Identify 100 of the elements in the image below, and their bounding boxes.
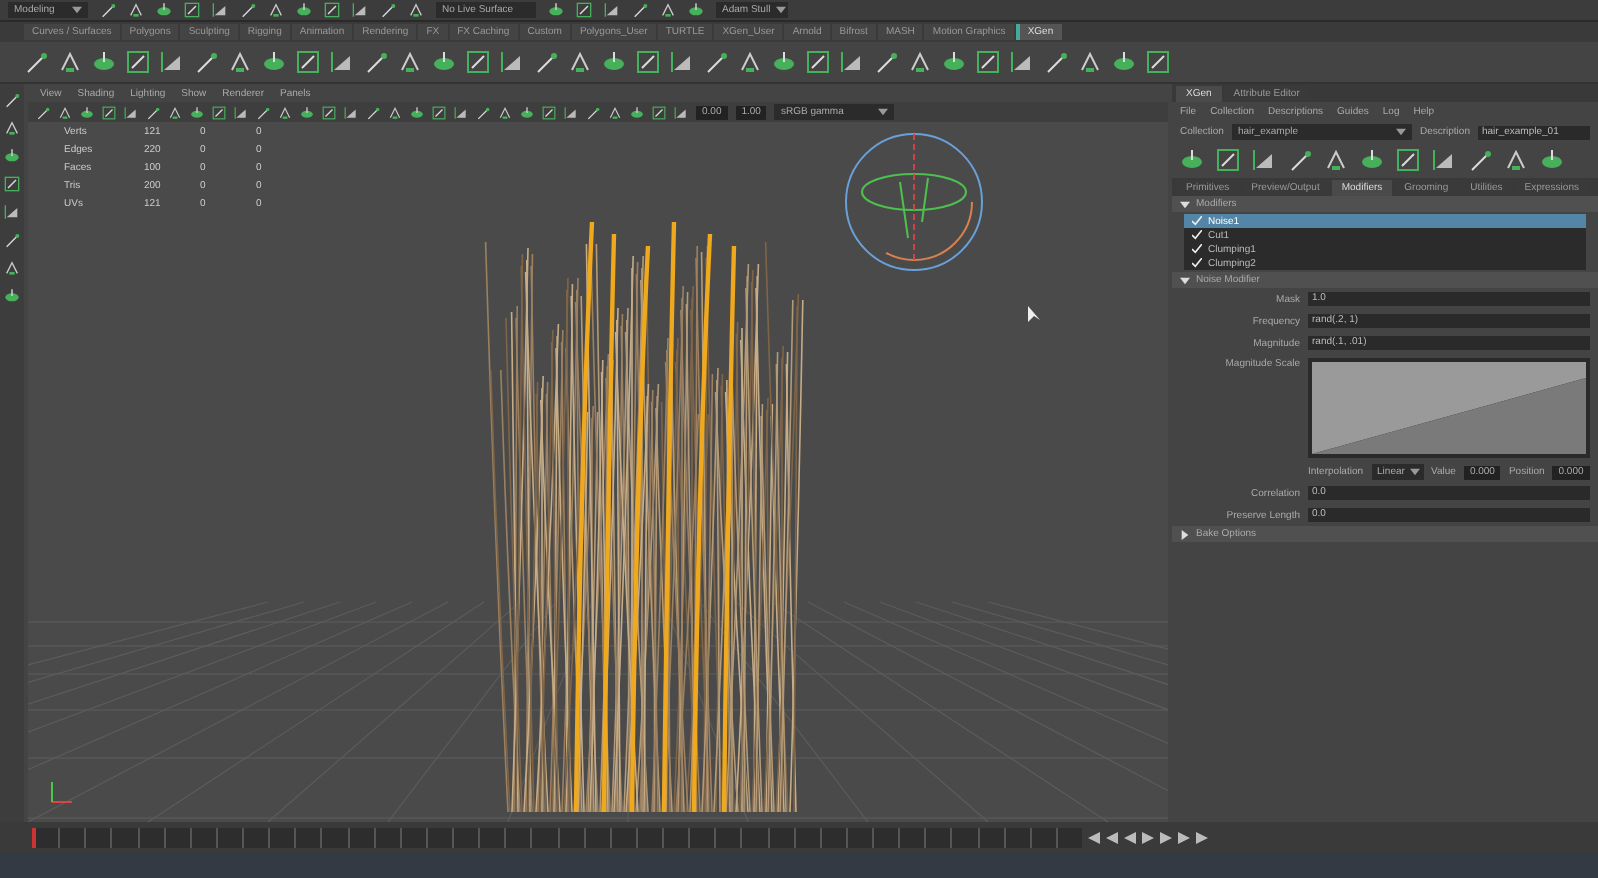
viewport-tool-icon[interactable] — [652, 105, 666, 119]
shelf-tool-icon[interactable] — [330, 50, 354, 74]
xgen-tool-icon[interactable] — [1180, 148, 1204, 172]
shelf-tool-icon[interactable] — [772, 50, 796, 74]
viewport-tool-icon[interactable] — [454, 105, 468, 119]
xgen-tool-icon[interactable] — [1504, 148, 1528, 172]
viewport-tool-icon[interactable] — [542, 105, 556, 119]
xgen-tool-icon[interactable] — [1216, 148, 1240, 172]
shelf-tool-icon[interactable] — [534, 50, 558, 74]
caret-icon — [1395, 128, 1406, 136]
toolbar-tool-icon[interactable] — [156, 2, 172, 18]
xgen-tool-icon[interactable] — [1468, 148, 1492, 172]
manipulator-gizmo-drawing — [845, 133, 983, 271]
viewport-tool-icon[interactable] — [432, 105, 446, 119]
caret-icon — [72, 6, 82, 14]
shelf-tool-icon[interactable] — [602, 50, 626, 74]
shelf-tool-icon[interactable] — [976, 50, 1000, 74]
shelf-tool-icon[interactable] — [500, 50, 524, 74]
viewport-tool-icon[interactable] — [388, 105, 402, 119]
viewport-tool-icon[interactable] — [608, 105, 622, 119]
viewport-tool-icon[interactable] — [124, 105, 138, 119]
viewport-tool-icon[interactable] — [190, 105, 204, 119]
xgen-tool-icon[interactable] — [1540, 148, 1564, 172]
viewport-tool-icon[interactable] — [212, 105, 226, 119]
viewport-tool-icon[interactable] — [498, 105, 512, 119]
shelf-tool-icon[interactable] — [194, 50, 218, 74]
shelf-tool-icon[interactable] — [92, 50, 116, 74]
xgen-tool-icon[interactable] — [1252, 148, 1276, 172]
viewport-tool-icon[interactable] — [80, 105, 94, 119]
tool-icon[interactable] — [4, 288, 20, 304]
shelf-tool-icon[interactable] — [1044, 50, 1068, 74]
shelf-tool-icon[interactable] — [942, 50, 966, 74]
viewport-tool-icon[interactable] — [520, 105, 534, 119]
shelf-tool-icon[interactable] — [568, 50, 592, 74]
toolbar-tool-icon[interactable] — [268, 2, 284, 18]
shelf-tool-icon[interactable] — [296, 50, 320, 74]
axis-indicator-icon — [51, 781, 73, 803]
shelf-tool-icon[interactable] — [908, 50, 932, 74]
xgen-tool-icon[interactable] — [1396, 148, 1420, 172]
tool-icon[interactable] — [4, 260, 20, 276]
disclosure-triangle-icon[interactable] — [1180, 529, 1190, 539]
shelf-tool-icon[interactable] — [1078, 50, 1102, 74]
viewport-tool-icon[interactable] — [564, 105, 578, 119]
shelf-tool-icon[interactable] — [874, 50, 898, 74]
shelf-tool-icon[interactable] — [126, 50, 150, 74]
xgen-tool-icon[interactable] — [1432, 148, 1456, 172]
xgen-tool-icon[interactable] — [1360, 148, 1384, 172]
toolbar-tool-icon[interactable] — [128, 2, 144, 18]
toolbar-tool-icon[interactable] — [576, 2, 592, 18]
tool-icon[interactable] — [4, 204, 20, 220]
toolbar-tool-icon[interactable] — [688, 2, 704, 18]
tool-icon[interactable] — [4, 148, 20, 164]
shelf-tool-icon[interactable] — [262, 50, 286, 74]
viewport-tool-icon[interactable] — [58, 105, 72, 119]
shelf-tool-icon[interactable] — [466, 50, 490, 74]
shelf-tool-icon[interactable] — [58, 50, 82, 74]
caret-icon — [878, 108, 889, 116]
xgen-tool-icon[interactable] — [1288, 148, 1312, 172]
viewport-tool-icon[interactable] — [674, 105, 688, 119]
shelf-tool-icon[interactable] — [160, 50, 184, 74]
shelf-tool-icon[interactable] — [670, 50, 694, 74]
toolbar-tool-icon[interactable] — [296, 2, 312, 18]
disclosure-triangle-icon[interactable] — [1180, 275, 1190, 285]
toolbar-tool-icon[interactable] — [352, 2, 368, 18]
viewport-tool-icon[interactable] — [410, 105, 424, 119]
xgen-tool-icon[interactable] — [1324, 148, 1348, 172]
toolbar-tool-icon[interactable] — [548, 2, 564, 18]
toolbar-tool-icon[interactable] — [324, 2, 340, 18]
shelf-tool-icon[interactable] — [1010, 50, 1034, 74]
time-slider[interactable] — [32, 828, 1082, 848]
shelf-tool-icon[interactable] — [738, 50, 762, 74]
toolbar-tool-icon[interactable] — [604, 2, 620, 18]
viewport-tool-icon[interactable] — [168, 105, 182, 119]
shelf-tool-icon[interactable] — [24, 50, 48, 74]
shelf-tool-icon[interactable] — [840, 50, 864, 74]
caret-icon — [1410, 468, 1421, 476]
disclosure-triangle-icon[interactable] — [1180, 199, 1190, 209]
tool-icon[interactable] — [4, 120, 20, 136]
shelf-tool-icon[interactable] — [398, 50, 422, 74]
shelf-tool-icon[interactable] — [364, 50, 388, 74]
shelf-tool-icon[interactable] — [432, 50, 456, 74]
shelf-tool-icon[interactable] — [1112, 50, 1136, 74]
viewport-tool-icon[interactable] — [322, 105, 336, 119]
caret-icon — [776, 6, 787, 14]
shelf-tool-icon[interactable] — [636, 50, 660, 74]
toolbar-tool-icon[interactable] — [408, 2, 424, 18]
shelf-tool-icon[interactable] — [806, 50, 830, 74]
shelf-tool-icon[interactable] — [704, 50, 728, 74]
shelf-tool-icon[interactable] — [1146, 50, 1170, 74]
viewport-tool-icon[interactable] — [102, 105, 116, 119]
toolbar-tool-icon[interactable] — [660, 2, 676, 18]
viewport-tool-icon[interactable] — [344, 105, 358, 119]
viewport-tool-icon[interactable] — [234, 105, 248, 119]
toolbar-tool-icon[interactable] — [212, 2, 228, 18]
viewport-tool-icon[interactable] — [278, 105, 292, 119]
tool-icon[interactable] — [4, 176, 20, 192]
viewport-tool-icon[interactable] — [630, 105, 644, 119]
viewport-tool-icon[interactable] — [300, 105, 314, 119]
toolbar-tool-icon[interactable] — [184, 2, 200, 18]
shelf-tool-icon[interactable] — [228, 50, 252, 74]
